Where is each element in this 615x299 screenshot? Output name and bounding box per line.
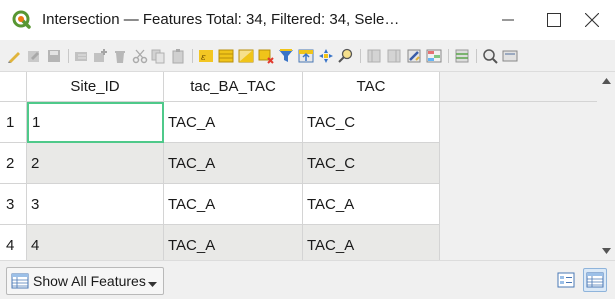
filter-mode-label: Show All Features	[33, 273, 146, 289]
table-view-button[interactable]	[583, 268, 607, 292]
table-cell[interactable]: TAC_C	[303, 143, 440, 184]
deselect-all-icon[interactable]	[258, 48, 274, 64]
title-bar: Intersection — Features Total: 34, Filte…	[0, 0, 615, 40]
table-empty-area	[440, 102, 597, 260]
form-view-button[interactable]	[554, 268, 578, 292]
table-icon	[11, 273, 29, 289]
conditional-formatting-icon[interactable]	[426, 48, 442, 64]
table-cell[interactable]: TAC_A	[164, 143, 303, 184]
delete-field-icon[interactable]	[386, 48, 402, 64]
cut-icon[interactable]	[132, 48, 148, 64]
close-icon	[585, 13, 599, 27]
table-cell[interactable]: TAC_A	[164, 102, 303, 143]
table-cell[interactable]: 4	[27, 225, 164, 260]
table-cell[interactable]: 3	[27, 184, 164, 225]
status-bar: Show All Features	[0, 260, 615, 299]
filter-select-icon[interactable]	[278, 48, 294, 64]
show-all-features-button[interactable]: Show All Features	[6, 267, 164, 295]
reload-table-icon[interactable]	[74, 48, 90, 64]
actions-icon[interactable]	[502, 48, 518, 64]
table-cell[interactable]: TAC_C	[303, 102, 440, 143]
close-button[interactable]	[569, 0, 615, 40]
table-cell[interactable]: 2	[27, 143, 164, 184]
toolbar-separator	[448, 49, 449, 63]
toolbar-separator	[192, 49, 193, 63]
zoom-to-selection-icon[interactable]	[338, 48, 354, 64]
select-all-icon[interactable]	[218, 48, 234, 64]
table-cell[interactable]: TAC_A	[303, 225, 440, 260]
window-title: Intersection — Features Total: 34, Filte…	[42, 11, 400, 28]
form-view-icon	[557, 272, 575, 288]
new-field-icon[interactable]	[366, 48, 382, 64]
scroll-down-button[interactable]	[597, 242, 615, 260]
organize-columns-icon[interactable]	[454, 48, 470, 64]
column-header-site-id[interactable]: Site_ID	[27, 72, 164, 102]
row-header[interactable]: 3	[0, 184, 27, 225]
toolbar-separator	[360, 49, 361, 63]
dock-icon[interactable]	[482, 48, 498, 64]
table-corner[interactable]	[0, 72, 27, 102]
table-cell[interactable]: TAC_A	[164, 225, 303, 260]
field-calculator-icon[interactable]	[406, 48, 422, 64]
toolbar-separator	[68, 49, 69, 63]
scroll-up-icon	[601, 78, 611, 84]
column-header-tac[interactable]: TAC	[303, 72, 440, 102]
copy-icon[interactable]	[150, 48, 166, 64]
move-selection-top-icon[interactable]	[298, 48, 314, 64]
vertical-scrollbar[interactable]	[597, 72, 615, 260]
attribute-toolbar: ε	[0, 40, 615, 72]
paste-icon[interactable]	[170, 48, 186, 64]
toggle-editing-icon[interactable]	[6, 48, 22, 64]
delete-features-icon[interactable]	[112, 48, 128, 64]
row-header[interactable]: 1	[0, 102, 27, 143]
expression-select-icon[interactable]: ε	[198, 48, 214, 64]
maximize-icon	[547, 13, 561, 27]
column-header-tac-ba-tac[interactable]: tac_BA_TAC	[164, 72, 303, 102]
scrollbar-track[interactable]	[601, 92, 611, 238]
row-header[interactable]: 2	[0, 143, 27, 184]
chevron-down-icon	[147, 281, 157, 287]
pan-to-selection-icon[interactable]	[318, 48, 334, 64]
table-cell[interactable]: TAC_A	[164, 184, 303, 225]
scroll-down-icon	[601, 248, 611, 254]
invert-selection-icon[interactable]	[238, 48, 254, 64]
toggle-multi-edit-icon[interactable]	[26, 48, 42, 64]
svg-text:ε: ε	[201, 53, 206, 63]
minimize-icon	[502, 19, 514, 21]
table-view-icon	[586, 272, 604, 288]
save-edits-icon[interactable]	[46, 48, 62, 64]
attribute-table[interactable]: Site_ID tac_BA_TAC TAC 1 1 TAC_A TAC_C 2…	[0, 72, 615, 260]
row-header[interactable]: 4	[0, 225, 27, 260]
qgis-icon	[12, 10, 32, 30]
minimize-button[interactable]	[485, 0, 531, 40]
scroll-up-button[interactable]	[597, 72, 615, 90]
table-cell[interactable]: TAC_A	[303, 184, 440, 225]
table-cell[interactable]: 1	[27, 102, 164, 143]
add-feature-icon[interactable]	[92, 48, 108, 64]
header-filler	[440, 72, 597, 102]
toolbar-separator	[476, 49, 477, 63]
